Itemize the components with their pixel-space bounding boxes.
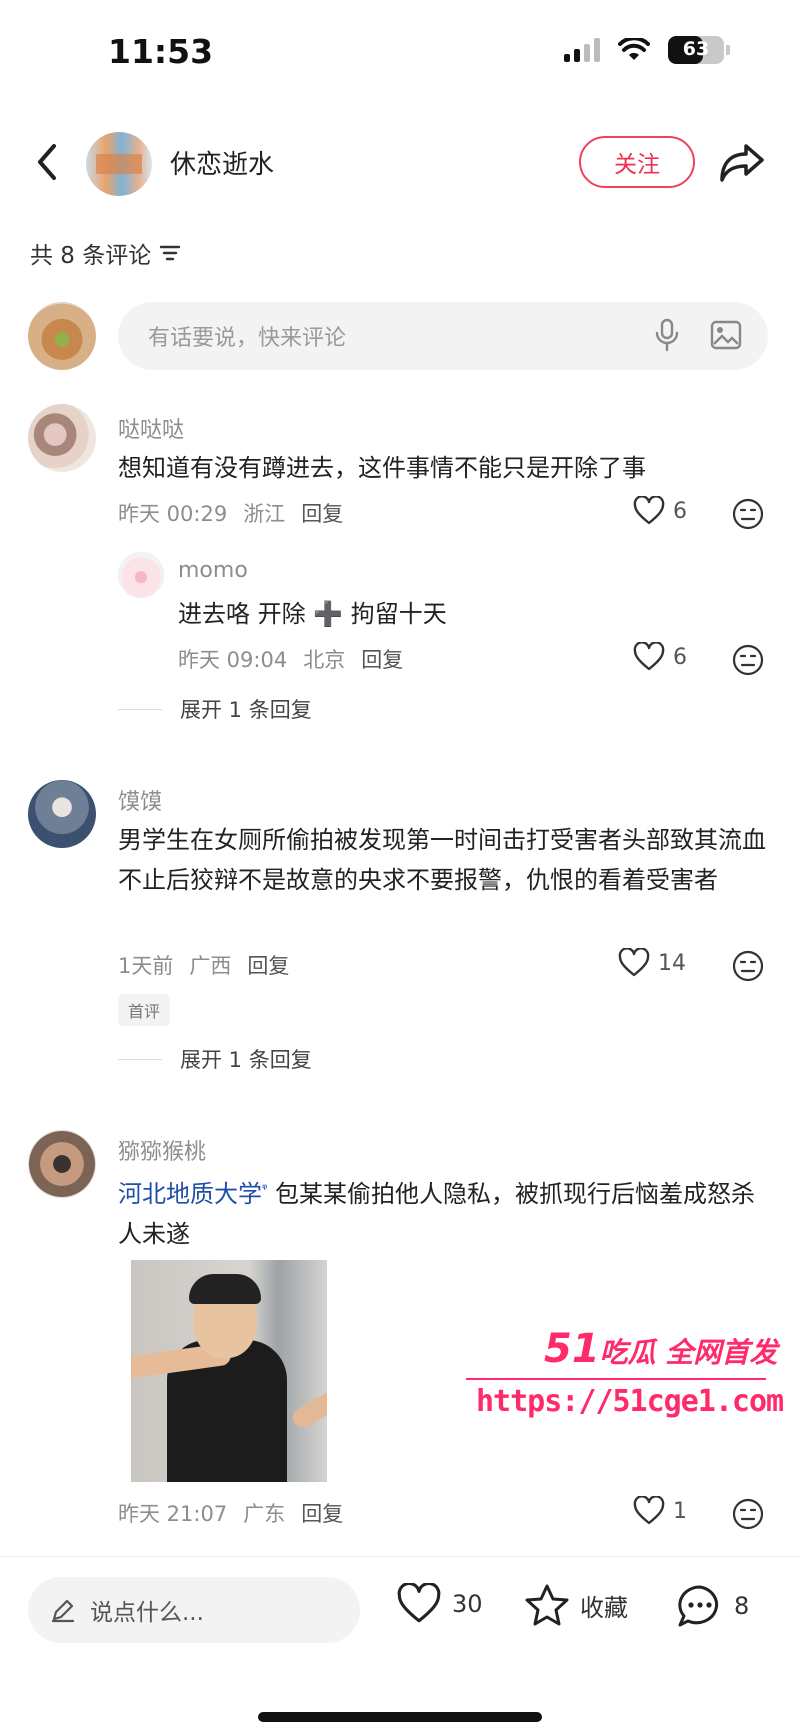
collect-label: 收藏 xyxy=(580,1593,628,1622)
first-comment-badge: 首评 xyxy=(118,994,171,1026)
comment-text: 想知道有没有蹲进去，这件事情不能只是开除了事 xyxy=(118,454,646,482)
watermark-title: 51吃瓜 全网首发 xyxy=(544,1326,778,1372)
comment-meta: 昨天 00:29 浙江 回复 xyxy=(118,498,343,528)
reply-text: 进去咯 开除 ➕ 拘留十天 xyxy=(178,600,447,628)
watermark-url: https://51cge1.com xyxy=(476,1384,784,1419)
video-header: 休恋逝水 关注 xyxy=(0,124,800,200)
like-count: 1 xyxy=(673,1498,687,1524)
comment-text: 河北地质大学ᵠ 包某某偷拍他人隐私，被抓现行后恼羞成怒杀人未遂 xyxy=(118,1180,756,1248)
star-icon xyxy=(525,1584,569,1626)
home-indicator[interactable] xyxy=(258,1712,542,1722)
my-avatar xyxy=(28,302,96,370)
mention-link[interactable]: 河北地质大学ᵠ xyxy=(118,1180,267,1208)
comment-username[interactable]: 哒哒哒 xyxy=(118,412,184,444)
comment-meta: 1天前 广西 回复 xyxy=(118,950,289,980)
like-button[interactable]: 1 xyxy=(633,1496,687,1526)
dislike-icon[interactable] xyxy=(732,498,764,530)
like-count: 6 xyxy=(673,498,687,524)
image-picker-icon[interactable] xyxy=(710,320,742,350)
comment-time: 昨天 00:29 xyxy=(118,502,228,526)
status-bar: 11:53 63 xyxy=(0,0,800,104)
like-button[interactable]: 14 xyxy=(618,948,686,978)
cellular-signal-icon xyxy=(564,38,600,62)
user-avatar[interactable] xyxy=(28,780,96,848)
comment-location: 广西 xyxy=(189,954,232,978)
comment-item: 馍馍 男学生在女厕所偷拍被发现第一时间击打受害者头部致其流血不止后狡辩不是故意的… xyxy=(0,776,800,1086)
watermark-line xyxy=(466,1378,766,1380)
share-icon[interactable] xyxy=(718,140,766,184)
expand-line xyxy=(118,1058,162,1060)
collect-button[interactable]: 收藏 xyxy=(524,1583,628,1627)
user-avatar[interactable] xyxy=(28,1130,96,1198)
comment-image[interactable] xyxy=(131,1260,327,1482)
wifi-icon xyxy=(618,38,650,60)
say-something-input[interactable]: 说点什么... xyxy=(28,1577,360,1643)
like-count: 6 xyxy=(673,644,687,670)
comment-username[interactable]: 猕猕猴桃 xyxy=(118,1134,206,1166)
pencil-icon xyxy=(51,1599,75,1623)
expand-replies-button[interactable]: 展开 1 条回复 xyxy=(118,694,312,724)
reply-button[interactable]: 回复 xyxy=(301,498,343,528)
reply-time: 昨天 09:04 xyxy=(178,648,288,672)
reply-location: 北京 xyxy=(303,648,346,672)
microphone-icon[interactable] xyxy=(652,318,682,352)
heart-icon xyxy=(633,496,665,525)
comments-button[interactable]: 8 xyxy=(676,1583,749,1629)
heart-icon xyxy=(618,948,650,977)
like-count: 14 xyxy=(658,950,686,976)
expand-replies-text: 展开 1 条回复 xyxy=(180,1048,312,1072)
say-something-placeholder: 说点什么... xyxy=(90,1600,204,1626)
heart-icon xyxy=(397,1583,441,1623)
comment-input-placeholder: 有话要说，快来评论 xyxy=(148,326,347,351)
battery-cap xyxy=(726,45,730,55)
heart-icon xyxy=(633,1496,665,1525)
reply-meta: 昨天 09:04 北京 回复 xyxy=(178,644,403,674)
dislike-icon[interactable] xyxy=(732,1498,764,1530)
battery-level: 63 xyxy=(682,38,710,60)
comment-item: 哒哒哒 想知道有没有蹲进去，这件事情不能只是开除了事 昨天 00:29 浙江 回… xyxy=(0,400,800,722)
expand-replies-text: 展开 1 条回复 xyxy=(180,698,312,722)
like-button[interactable]: 6 xyxy=(633,496,687,526)
comment-location: 浙江 xyxy=(243,502,286,526)
sort-icon[interactable] xyxy=(159,244,181,262)
expand-replies-button[interactable]: 展开 1 条回复 xyxy=(118,1044,312,1074)
author-name[interactable]: 休恋逝水 xyxy=(170,144,274,181)
dislike-icon[interactable] xyxy=(732,644,764,676)
comment-username[interactable]: 馍馍 xyxy=(118,784,162,816)
heart-icon xyxy=(633,642,665,671)
compose-row: 有话要说，快来评论 xyxy=(0,300,800,376)
reply-like-button[interactable]: 6 xyxy=(633,642,687,672)
reply-username[interactable]: momo xyxy=(178,558,248,583)
comment-meta: 昨天 21:07 广东 回复 xyxy=(118,1498,343,1528)
back-button[interactable] xyxy=(30,138,66,186)
dislike-icon[interactable] xyxy=(732,950,764,982)
comment-time: 昨天 21:07 xyxy=(118,1502,228,1526)
battery-icon: 63 xyxy=(668,36,724,64)
comment-bubble-icon xyxy=(678,1585,719,1627)
status-icons: 63 xyxy=(564,36,730,64)
watermark: 51吃瓜 全网首发 https://51cge1.com xyxy=(466,1326,786,1438)
like-video-button[interactable]: 30 xyxy=(396,1583,483,1625)
comment-count-number: 8 xyxy=(734,1592,750,1620)
comment-location: 广东 xyxy=(243,1502,286,1526)
comment-count-text: 共 8 条评论 xyxy=(30,243,152,269)
comment-count[interactable]: 共 8 条评论 xyxy=(30,236,181,270)
author-avatar[interactable] xyxy=(86,132,152,196)
user-avatar[interactable] xyxy=(28,404,96,472)
reply-button[interactable]: 回复 xyxy=(301,1498,343,1528)
video-like-count: 30 xyxy=(452,1590,483,1618)
comment-text: 男学生在女厕所偷拍被发现第一时间击打受害者头部致其流血不止后狡辩不是故意的央求不… xyxy=(118,826,766,894)
status-time: 11:53 xyxy=(108,32,214,71)
follow-button[interactable]: 关注 xyxy=(579,136,695,188)
expand-line xyxy=(118,708,162,710)
reply-button[interactable]: 回复 xyxy=(247,950,289,980)
bottom-bar: 说点什么... 30 收藏 8 xyxy=(0,1556,800,1666)
comment-time: 1天前 xyxy=(118,954,174,978)
reply-user-avatar[interactable] xyxy=(118,552,164,598)
reply-button[interactable]: 回复 xyxy=(361,644,403,674)
